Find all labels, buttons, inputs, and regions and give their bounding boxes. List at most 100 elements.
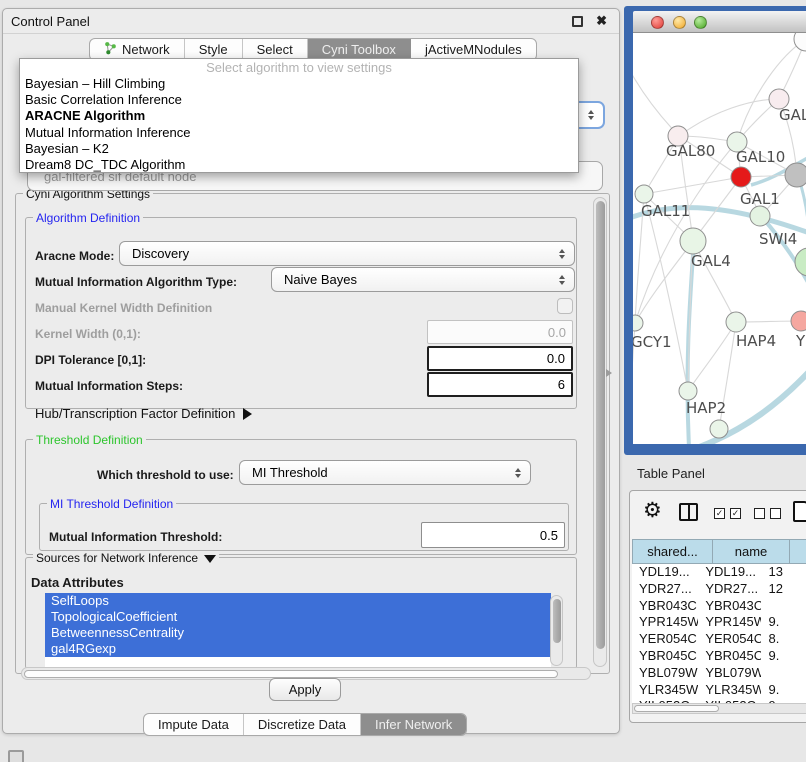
network-canvas[interactable]: GALGAL80GAL10GAL1GAL11SWI4GAL4GCY1HAP4YH… — [633, 33, 806, 444]
node-swi4[interactable] — [750, 206, 770, 226]
network-node-label: HAP2 — [686, 399, 726, 417]
network-view-window: GALGAL80GAL10GAL1GAL11SWI4GAL4GCY1HAP4YH… — [624, 6, 806, 455]
combo-arrows-icon — [559, 249, 565, 259]
mi-type-combo[interactable]: Naive Bayes — [271, 267, 575, 292]
table-row[interactable]: YLR345WYLR345W9. — [632, 682, 806, 699]
close-traffic-light-icon[interactable] — [651, 16, 664, 29]
table-row[interactable]: YDR27...YDR27...12 — [632, 581, 806, 598]
combo-arrows-icon — [559, 275, 565, 285]
node-hap2[interactable] — [679, 382, 697, 400]
split-columns-icon[interactable] — [679, 503, 698, 521]
node-gal1[interactable] — [731, 167, 751, 187]
expander-expanded-icon — [204, 555, 216, 563]
unchecked-checkbox-icon[interactable] — [754, 508, 765, 519]
close-icon[interactable]: ✖ — [596, 13, 607, 29]
kernel-width-field[interactable]: 0.0 — [427, 320, 573, 344]
hub-factor-expander[interactable]: Hub/Transcription Factor Definition — [35, 406, 252, 421]
minimize-traffic-light-icon[interactable] — [673, 16, 686, 29]
control-panel-titlebar[interactable]: Control Panel ✖ — [3, 9, 619, 34]
table-row[interactable]: YDL19...YDL19...13 — [632, 564, 806, 581]
settings-horizontal-scrollbar-thumb[interactable] — [24, 670, 558, 678]
bottom-tab-bar: Impute DataDiscretize Data Infer Network — [143, 713, 467, 736]
mi-threshold-field[interactable]: 0.5 — [421, 522, 565, 548]
algorithm-popup-item[interactable]: Basic Correlation Inference — [20, 92, 578, 108]
table-cell: YDR27... — [698, 581, 761, 598]
node-gcy1[interactable] — [633, 315, 643, 331]
tab-jactivemnodules[interactable]: jActiveMNodules — [411, 39, 536, 60]
popup-item-list: Bayesian – Hill ClimbingBasic Correlatio… — [20, 76, 578, 173]
bottom-tab-discretize-data[interactable]: Discretize Data — [244, 714, 361, 735]
network-window-titlebar[interactable] — [633, 11, 806, 33]
table-row[interactable]: YER054CYER054C8. — [632, 631, 806, 648]
tab-select[interactable]: Select — [243, 39, 308, 60]
table-row[interactable]: YBL079WYBL079W — [632, 665, 806, 682]
algorithm-popup-item[interactable]: Dream8 DC_TDC Algorithm — [20, 157, 578, 173]
algorithm-popup-item[interactable]: Bayesian – Hill Climbing — [20, 76, 578, 92]
manual-kernel-checkbox[interactable] — [557, 298, 573, 314]
data-attributes-label: Data Attributes — [31, 575, 124, 590]
sources-group-title[interactable]: Sources for Network Inference — [33, 551, 219, 565]
table-column-header[interactable]: shared... — [632, 539, 713, 564]
node-top-right[interactable] — [794, 33, 806, 51]
attribute-list-item[interactable]: TopologicalCoefficient — [45, 609, 551, 625]
gear-icon[interactable]: ⚙ — [643, 500, 662, 521]
aracne-mode-label: Aracne Mode: — [35, 249, 114, 263]
network-node-label: HAP4 — [736, 332, 776, 350]
attribute-list-item[interactable]: SelfLoops — [45, 593, 551, 609]
document-icon[interactable] — [793, 501, 806, 522]
algorithm-popup-item[interactable]: Mutual Information Inference — [20, 125, 578, 141]
node-bottom[interactable] — [710, 420, 728, 438]
float-window-icon[interactable] — [572, 16, 583, 27]
tab-label: jActiveMNodules — [425, 42, 522, 57]
network-node-label: GAL80 — [666, 142, 715, 160]
attribute-list-scrollbar-thumb[interactable] — [553, 599, 561, 643]
bottom-tab-infer-network[interactable]: Infer Network — [361, 714, 466, 735]
table-horizontal-scrollbar-thumb[interactable] — [634, 705, 719, 712]
settings-vertical-scrollbar-thumb[interactable] — [596, 201, 605, 649]
apply-button[interactable]: Apply — [269, 678, 341, 701]
tab-style[interactable]: Style — [185, 39, 243, 60]
split-pane-collapse-icon[interactable] — [606, 369, 612, 377]
node-big-green[interactable] — [795, 248, 806, 276]
table-cell: YLR345W — [632, 682, 698, 699]
node-gal11[interactable] — [635, 185, 653, 203]
attribute-list-item[interactable]: BetweennessCentrality — [45, 625, 551, 641]
network-edge — [635, 241, 693, 323]
table-column-header[interactable]: name — [713, 539, 790, 564]
attribute-list-scrollbar[interactable] — [550, 595, 563, 666]
tab-cyni-toolbox[interactable]: Cyni Toolbox — [308, 39, 411, 60]
which-threshold-label: Which threshold to use: — [97, 468, 234, 482]
algorithm-popup-item[interactable]: Bayesian – K2 — [20, 141, 578, 157]
table-row[interactable]: YPR145WYPR145W9. — [632, 614, 806, 631]
checked-checkbox-icon[interactable]: ✓ — [730, 508, 741, 519]
table-cell: 12 — [761, 581, 806, 598]
node-gal4[interactable] — [680, 228, 706, 254]
mi-steps-field[interactable]: 6 — [427, 372, 573, 397]
attribute-list-item[interactable]: gal4RGexp — [45, 641, 551, 657]
unchecked-checkbox-icon[interactable] — [770, 508, 781, 519]
settings-vertical-scrollbar[interactable] — [593, 197, 607, 667]
bottom-left-panel-icon[interactable] — [8, 750, 24, 762]
algorithm-popup-item[interactable]: ARACNE Algorithm — [20, 108, 578, 124]
dpi-tolerance-field[interactable]: 0.0 — [427, 346, 573, 371]
node-gray[interactable] — [785, 163, 806, 187]
node-salmon[interactable] — [791, 311, 806, 331]
node-hap4[interactable] — [726, 312, 746, 332]
data-attributes-list[interactable]: SelfLoopsTopologicalCoefficientBetweenne… — [45, 593, 551, 668]
network-node-label: Y — [795, 332, 806, 350]
tab-network[interactable]: Network — [90, 39, 185, 60]
network-edge — [688, 322, 736, 391]
table-column-header[interactable]: A — [790, 539, 806, 564]
aracne-mode-combo[interactable]: Discovery — [119, 241, 575, 266]
table-row[interactable]: YBR043CYBR043C — [632, 598, 806, 615]
which-threshold-combo[interactable]: MI Threshold — [239, 460, 531, 485]
tab-label: Style — [199, 42, 228, 57]
table-row[interactable]: YBR045CYBR045C9. — [632, 648, 806, 665]
bottom-tab-impute-data[interactable]: Impute Data — [144, 714, 244, 735]
zoom-traffic-light-icon[interactable] — [694, 16, 707, 29]
checked-checkbox-icon[interactable]: ✓ — [714, 508, 725, 519]
threshold-definition-title: Threshold Definition — [33, 433, 146, 447]
tab-label: Infer Network — [375, 717, 452, 732]
table-cell: 9. — [761, 614, 806, 631]
table-horizontal-scrollbar[interactable] — [632, 703, 806, 714]
